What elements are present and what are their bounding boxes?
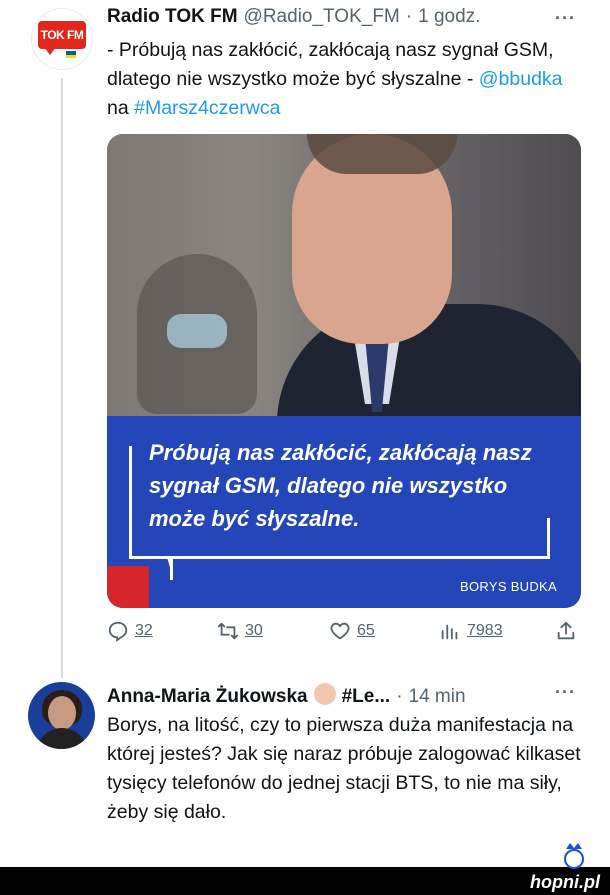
mention-link[interactable]: @bbudka (479, 68, 563, 90)
share-button[interactable] (555, 620, 577, 642)
watermark-mascot-icon (564, 843, 584, 869)
author-name[interactable]: Radio TOK FM (107, 6, 238, 28)
anna-maria-zukowska-avatar[interactable] (28, 682, 95, 749)
retweet-button[interactable]: 30 (217, 620, 263, 642)
speech-bubble-tail-icon (167, 556, 201, 580)
tweet-timestamp[interactable]: 1 godz. (418, 6, 480, 28)
ukraine-flag-icon (66, 51, 76, 58)
more-icon[interactable]: ··· (555, 8, 576, 29)
quote-panel: Próbują nas zakłócić, zakłócają nasz syg… (107, 416, 581, 608)
photo-borys-budka (107, 134, 581, 444)
tweet-media-image[interactable]: Próbują nas zakłócić, zakłócają nasz syg… (107, 134, 581, 608)
views-button[interactable]: 7983 (439, 620, 503, 642)
quote-text: Próbują nas zakłócić, zakłócają nasz syg… (149, 440, 532, 531)
tweet2-header: Anna-Maria Żukowska #Le... · 14 min (107, 680, 466, 708)
author-handle[interactable]: @Radio_TOK_FM (244, 6, 400, 28)
tok-fm-logo-text: TOK FM (38, 21, 86, 49)
author-name-suffix[interactable]: #Le... (342, 686, 391, 708)
radio-tok-fm-avatar[interactable]: TOK FM (31, 8, 93, 70)
like-count: 65 (357, 622, 375, 639)
tweet-body-mid: na (107, 97, 129, 119)
tweet1-text: - Próbują nas zakłócić, zakłócają nasz s… (107, 36, 577, 123)
views-count: 7983 (467, 622, 503, 639)
views-icon (441, 624, 458, 640)
red-accent-square (107, 566, 149, 608)
tweet1-header: Radio TOK FM @Radio_TOK_FM · 1 godz. (107, 6, 480, 28)
watermark-text: hopni.pl (530, 872, 600, 892)
hashtag-link[interactable]: #Marsz4czerwca (134, 97, 280, 119)
tweet2-text: Borys, na litość, czy to pierwsza duża m… (107, 714, 581, 823)
separator-dot: · (396, 686, 403, 707)
retweet-count: 30 (245, 622, 263, 639)
retweet-icon (217, 622, 239, 640)
author-name[interactable]: Anna-Maria Żukowska (107, 686, 308, 708)
tok-fm-logo: TOK FM (36, 19, 88, 59)
like-button[interactable]: 65 (329, 620, 375, 642)
reply-icon (108, 621, 128, 642)
reply-count: 32 (135, 622, 153, 639)
thread-connector-line (61, 78, 63, 678)
person-emoji-icon (313, 683, 336, 705)
quote-author: BORYS BUDKA (460, 579, 557, 594)
heart-icon (330, 622, 350, 640)
more-icon[interactable]: ··· (555, 682, 576, 703)
reply-button[interactable]: 32 (107, 620, 153, 642)
share-icon (557, 621, 575, 640)
tweet1-actions: 32 30 65 7983 (107, 620, 581, 646)
separator-dot: · (405, 6, 413, 27)
tweet-timestamp[interactable]: 14 min (409, 686, 466, 708)
bottom-bar: hopni.pl (0, 843, 610, 895)
